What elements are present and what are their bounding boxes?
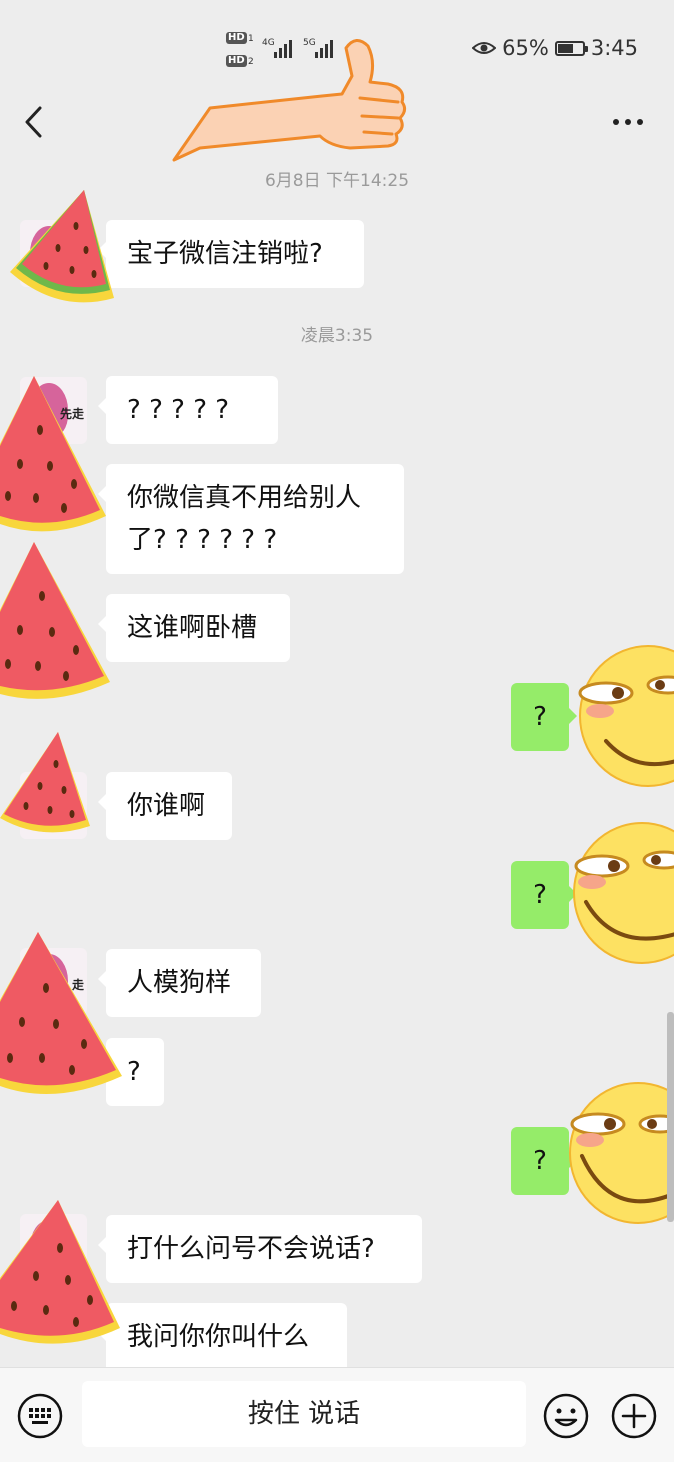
message-text: ? ? ? ? ? [127, 395, 230, 425]
message-text: ? [127, 1057, 141, 1087]
clock: 3:45 [590, 36, 638, 60]
message-bubble-sent[interactable]: ? [511, 1127, 577, 1195]
message-bubble-sent[interactable]: ? [511, 861, 577, 929]
message-text: 人模狗样 [127, 968, 232, 998]
input-bar: 按住 说话 [0, 1367, 674, 1462]
watermelon-sticker [0, 542, 110, 699]
message-text: ? [533, 1146, 547, 1176]
message-text: 宝子微信注销啦? [127, 239, 323, 269]
message-text: 这谁啊卧槽 [127, 613, 258, 643]
message-bubble-received[interactable]: 人模狗样 [98, 949, 261, 1017]
hold-to-talk-button[interactable]: 按住 说话 [82, 1381, 526, 1447]
timestamp: 凌晨3:35 [300, 326, 374, 346]
more-dots-icon[interactable] [608, 112, 648, 132]
message-text: 你微信真不用给别人 了? ? ? ? ? ? [127, 483, 362, 555]
message-text: 打什么问号不会说话? [127, 1234, 375, 1264]
chevron-left-icon[interactable] [20, 102, 60, 142]
status-right: 65% 3:45 [472, 36, 638, 60]
keyboard-icon[interactable] [17, 1393, 63, 1439]
message-bubble-received[interactable]: 这谁啊卧槽 [98, 594, 290, 662]
message-text: 你谁啊 [127, 791, 206, 821]
message-text: ? [533, 880, 547, 910]
message-bubble-received[interactable]: 打什么问号不会说话? [98, 1215, 422, 1283]
message-text: ? [533, 702, 547, 732]
message-bubble-received[interactable]: 宝子微信注销啦? [98, 220, 364, 288]
eye-icon [472, 42, 497, 54]
message-bubble-received[interactable]: 我问你你叫什么 [98, 1303, 347, 1367]
watermelon-sticker [0, 1200, 120, 1344]
smiley-icon[interactable] [543, 1393, 589, 1439]
message-bubble-received[interactable]: ? ? ? ? ? [98, 376, 278, 444]
watermelon-sticker [0, 376, 106, 532]
plus-icon[interactable] [611, 1393, 657, 1439]
watermelon-sticker [10, 190, 114, 303]
smirk-face-sticker [578, 645, 674, 787]
battery-percent: 65% [502, 36, 549, 60]
watermelon-sticker [0, 932, 122, 1094]
battery-icon [554, 40, 588, 56]
message-bubble-sent[interactable]: ? [511, 683, 577, 751]
watermelon-sticker [0, 732, 90, 833]
thumbs-up-sticker [172, 39, 407, 162]
message-text: 我问你你叫什么 [127, 1322, 310, 1352]
message-bubble-received[interactable]: 你谁啊 [98, 772, 232, 840]
scrollbar[interactable] [667, 1012, 674, 1222]
smirk-face-sticker [569, 1082, 674, 1224]
smirk-face-sticker [573, 822, 674, 964]
message-bubble-received[interactable]: 你微信真不用给别人 了? ? ? ? ? ? [98, 464, 404, 574]
